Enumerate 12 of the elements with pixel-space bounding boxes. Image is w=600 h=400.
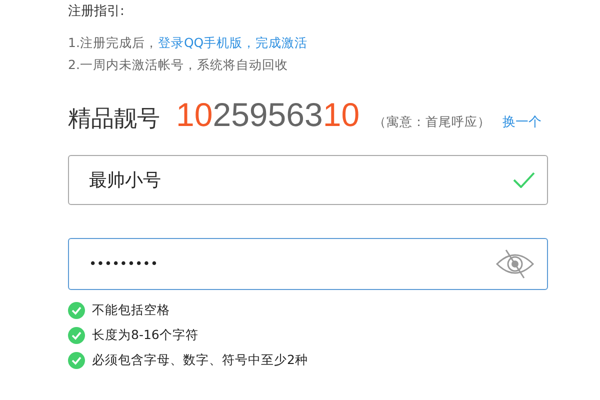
- guide-title: 注册指引:: [68, 3, 126, 21]
- password-rule: 必须包含字母、数字、符号中至少2种: [92, 352, 308, 369]
- password-field[interactable]: •••••••••: [68, 238, 548, 290]
- number-meaning: （寓意：首尾呼应）: [374, 114, 491, 131]
- password-rule: 不能包括空格: [92, 302, 170, 319]
- guide-step: 1.注册完成后，: [68, 35, 158, 50]
- password-rule: 长度为8-16个字符: [92, 327, 198, 344]
- account-number: 1025956310: [176, 96, 360, 134]
- eye-slash-icon[interactable]: [495, 248, 535, 280]
- nickname-field[interactable]: 最帅小号: [68, 155, 548, 205]
- account-label: 精品靓号: [68, 105, 160, 134]
- guide-step: 2.一周内未激活帐号，系统将自动回收: [68, 57, 288, 72]
